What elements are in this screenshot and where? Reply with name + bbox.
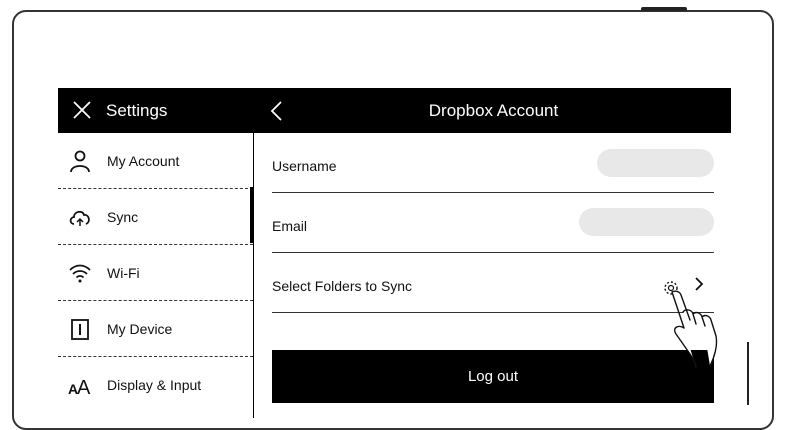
settings-screen: Settings Dropbox Account My Account Sync [58, 88, 731, 418]
page-title: Dropbox Account [428, 101, 559, 120]
sidebar-item-wifi[interactable]: Wi-Fi [58, 245, 253, 301]
sidebar-item-label: My Account [107, 153, 180, 169]
sidebar-item-sync[interactable]: Sync [58, 189, 253, 245]
person-icon [70, 150, 90, 173]
sidebar-item-label: My Device [107, 321, 173, 337]
username-value-placeholder [597, 149, 714, 177]
power-button [641, 7, 687, 11]
email-label: Email [272, 218, 308, 234]
sidebar-item-label: Wi-Fi [107, 265, 140, 281]
device-edge-line [747, 342, 749, 405]
sidebar-item-label: Display & Input [107, 377, 202, 393]
sidebar-item-my-account[interactable]: My Account [58, 133, 253, 189]
svg-text:A: A [77, 377, 91, 397]
logout-button[interactable]: Log out [272, 350, 714, 403]
email-value-placeholder [579, 208, 714, 236]
email-row: Email [272, 193, 714, 253]
username-label: Username [272, 158, 337, 174]
tap-gesture-icon [664, 281, 718, 368]
select-folders-row[interactable]: Select Folders to Sync [272, 253, 714, 313]
username-row: Username [272, 133, 714, 193]
sidebar-item-label: Sync [107, 209, 139, 225]
wifi-icon [69, 264, 91, 283]
font-size-icon: A A [68, 377, 91, 397]
sidebar-item-my-device[interactable]: My Device [58, 301, 253, 357]
select-folders-label: Select Folders to Sync [272, 278, 413, 294]
settings-title: Settings [106, 101, 168, 120]
device-icon [71, 319, 89, 340]
top-bar: Settings Dropbox Account [58, 88, 731, 133]
sidebar: My Account Sync Wi-Fi My Device A A Disp… [58, 133, 253, 418]
close-icon[interactable] [72, 100, 92, 120]
cloud-sync-icon [69, 210, 90, 226]
